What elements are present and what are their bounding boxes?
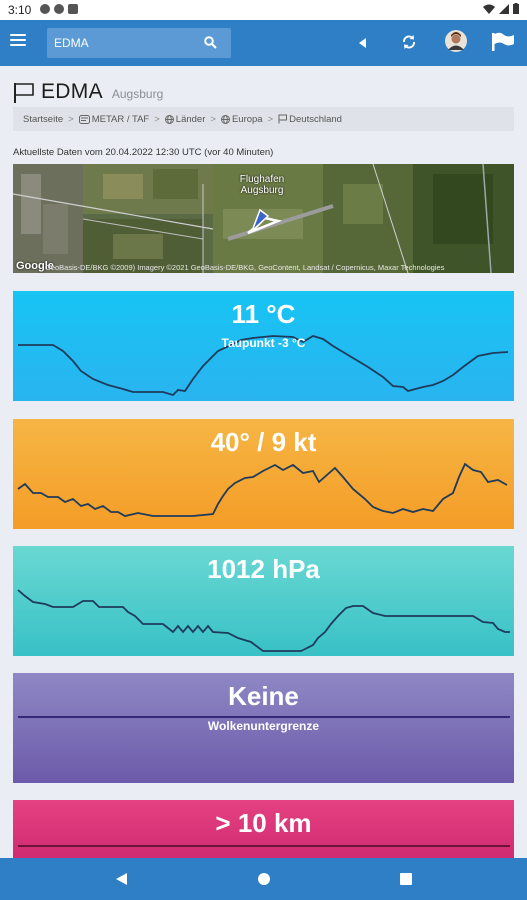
app-bar: EDMA — [0, 20, 527, 66]
back-triangle-icon[interactable] — [359, 38, 366, 48]
station-header: EDMA Augsburg — [13, 78, 163, 104]
status-system-icons — [483, 3, 519, 14]
notification-icon — [54, 4, 64, 14]
refresh-icon[interactable] — [401, 34, 417, 50]
nav-home-icon[interactable] — [258, 873, 270, 885]
page-title: EDMA — [41, 80, 103, 103]
breadcrumb-separator: > — [68, 113, 74, 125]
search-icon[interactable] — [204, 36, 217, 49]
ceiling-label: Wolkenuntergrenze — [207, 719, 320, 733]
status-bar: 3:10 — [0, 0, 527, 20]
breadcrumb-separator: > — [267, 113, 274, 125]
breadcrumb-laender[interactable]: Länder — [176, 114, 206, 125]
breadcrumb-separator: > — [154, 113, 160, 125]
search-input[interactable]: EDMA — [47, 28, 231, 58]
globe-icon — [220, 114, 230, 124]
last-update-text: Aktuellste Daten vom 20.04.2022 12:30 UT… — [13, 147, 274, 158]
flag-icon — [278, 114, 288, 124]
notification-icon — [68, 4, 78, 14]
search-value: EDMA — [54, 36, 89, 50]
wind-card[interactable]: 40° / 9 kt — [13, 419, 514, 529]
status-time: 3:10 — [8, 3, 32, 17]
pressure-value: 1012 hPa — [207, 554, 320, 584]
dewpoint-label: Taupunkt -3 °C — [221, 336, 306, 350]
signal-icon — [499, 3, 509, 14]
breadcrumb-metar-taf[interactable]: METAR / TAF — [92, 114, 150, 125]
ceiling-card[interactable]: Keine Wolkenuntergrenze — [13, 673, 514, 783]
status-notification-icons — [40, 4, 78, 14]
flag-icon — [14, 83, 34, 103]
breadcrumb-deutschland[interactable]: Deutschland — [289, 114, 342, 125]
map-airport-label: Flughafen Augsburg — [232, 174, 292, 196]
breadcrumb-separator: > — [210, 113, 216, 125]
map-attribution: GeoBasis-DE/BKG ©2009) Imagery ©2021 Geo… — [45, 263, 445, 272]
wifi-icon — [483, 4, 495, 14]
temperature-card[interactable]: 11 °C Taupunkt -3 °C — [13, 291, 514, 401]
flag-brand-icon[interactable] — [491, 32, 515, 52]
globe-icon — [164, 114, 174, 124]
ceiling-value: Keine — [228, 681, 299, 711]
breadcrumb-home[interactable]: Startseite — [23, 114, 63, 125]
metar-icon — [78, 114, 90, 124]
page-subtitle: Augsburg — [111, 87, 164, 101]
breadcrumb: Startseite > METAR / TAF > Länder > Euro… — [13, 107, 514, 131]
breadcrumb-europa[interactable]: Europa — [232, 114, 263, 125]
menu-icon[interactable] — [10, 34, 26, 52]
visibility-value: > 10 km — [215, 808, 312, 838]
temperature-value: 11 °C — [231, 299, 296, 329]
nav-back-icon[interactable] — [116, 873, 127, 885]
notification-icon — [40, 4, 50, 14]
wind-value: 40° / 9 kt — [210, 427, 317, 457]
map-label-line2: Augsburg — [240, 185, 284, 196]
nav-recents-icon[interactable] — [400, 873, 412, 885]
visibility-card[interactable]: > 10 km — [13, 800, 514, 860]
battery-icon — [513, 3, 519, 14]
system-navigation-bar — [0, 858, 527, 900]
avatar[interactable] — [445, 30, 467, 52]
map-label-line1: Flughafen — [239, 174, 285, 185]
pressure-card[interactable]: 1012 hPa — [13, 546, 514, 656]
airport-map[interactable]: Flughafen Augsburg Google GeoBasis-DE/BK… — [13, 164, 514, 273]
